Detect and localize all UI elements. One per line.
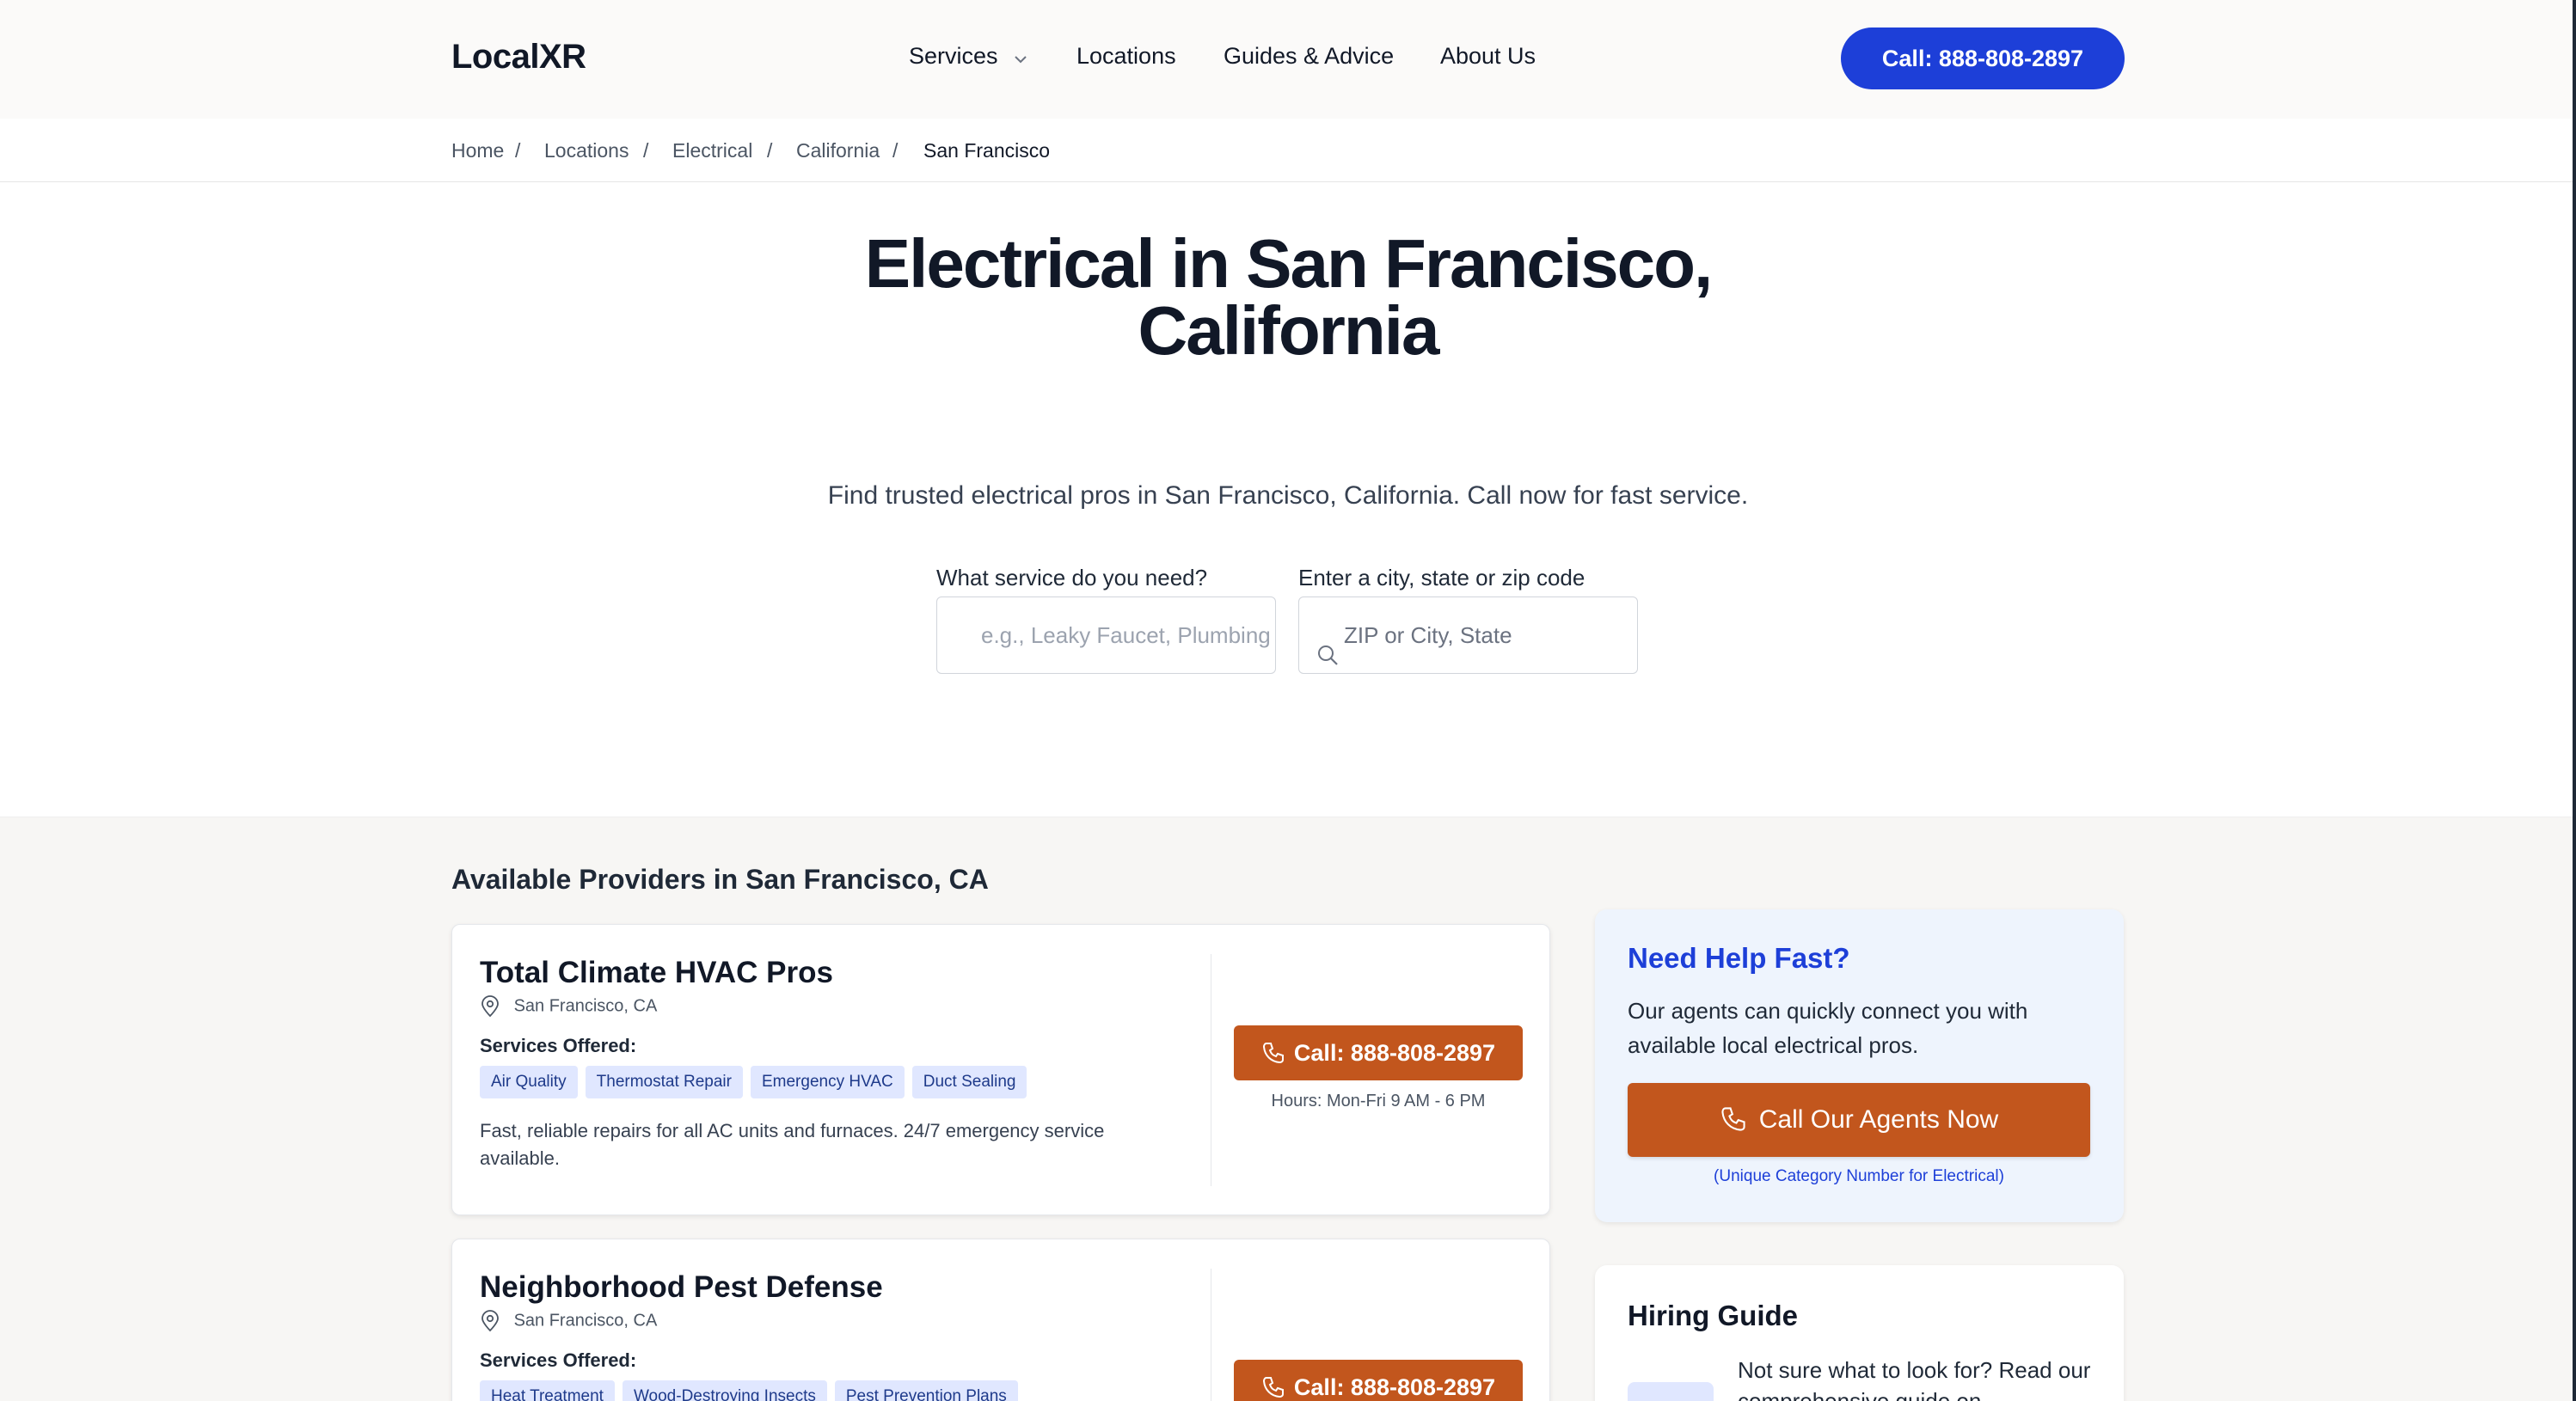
service-tag: Pest Prevention Plans [834,1380,1018,1401]
service-tags: Air Quality Thermostat Repair Emergency HV… [480,1066,1034,1098]
breadcrumb: Home / Locations / Electrical / Californ… [0,119,2576,182]
nav-item-about[interactable]: About Us [1440,43,1536,70]
nav-item-services[interactable]: Services [909,43,1028,70]
call-agents-button[interactable]: Call Our Agents Now [1628,1083,2090,1157]
phone-icon [1262,1042,1284,1063]
window-edge [2573,0,2576,1401]
hiring-guide-title: Hiring Guide [1628,1300,1798,1331]
breadcrumb-separator: / [767,139,773,162]
provider-name[interactable]: Total Climate HVAC Pros [480,956,833,990]
service-tag: Thermostat Repair [585,1066,743,1098]
location-pin-icon [480,1310,514,1332]
location-pin-icon [480,995,514,1018]
location-input[interactable]: ZIP or City, State [1298,596,1638,674]
breadcrumb-link-home[interactable]: Home [451,139,504,162]
page-subtitle: Find trusted electrical pros in San Fran… [827,481,1749,510]
provider-location: San Francisco, CA [480,995,657,1018]
breadcrumb-separator: / [515,139,521,162]
page-title-line2: California [1138,292,1440,369]
breadcrumb-link-california[interactable]: California [796,139,880,162]
provider-call-label: Call: 888-808-2897 [1293,1374,1496,1400]
phone-icon [1262,1376,1284,1398]
provider-call-button[interactable]: Call: 888-808-2897 [1234,1025,1523,1080]
service-tags: Heat Treatment Wood-Destroying Insects Pes… [480,1380,1026,1401]
location-field-label: Enter a city, state or zip code [1298,565,1585,590]
hiring-guide-box: Hiring Guide Not sure what to look for? … [1595,1265,2124,1401]
services-offered-label: Services Offered: [480,1349,637,1371]
breadcrumb-separator: / [892,139,899,162]
provider-description: Fast, reliable repairs for all AC units … [480,1120,1105,1169]
services-offered-label: Services Offered: [480,1035,637,1056]
breadcrumb-current: San Francisco [923,139,1051,162]
service-tag: Heat Treatment [480,1380,615,1401]
breadcrumb-link-locations[interactable]: Locations [544,139,629,162]
providers-title: Available Providers in San Francisco, CA [451,864,989,895]
help-note: (Unique Category Number for Electrical) [1714,1167,2004,1185]
provider-call-button[interactable]: Call: 888-808-2897 [1234,1360,1523,1401]
nav-item-locations[interactable]: Locations [1076,43,1176,70]
search-icon [1316,621,1340,673]
provider-card: Neighborhood Pest Defense San Francisco,… [451,1239,1550,1401]
provider-name[interactable]: Neighborhood Pest Defense [480,1270,883,1305]
help-text: Our agents can quickly connect you with … [1628,998,2028,1058]
site-logo[interactable]: LocalXR [451,38,586,76]
service-field-label: What service do you need? [936,565,1208,590]
service-input[interactable]: e.g., Leaky Faucet, Plumbing [936,596,1276,674]
provider-call-label: Call: 888-808-2897 [1293,1040,1496,1066]
breadcrumb-link-electrical[interactable]: Electrical [672,139,752,162]
guide-thumbnail [1628,1382,1714,1401]
service-tag: Air Quality [480,1066,578,1098]
breadcrumb-separator: / [643,139,649,162]
location-input-placeholder: ZIP or City, State [1344,622,1512,648]
chevron-down-icon [1013,44,1028,70]
page-title-line1: Electrical in San Francisco, [864,225,1713,302]
page-title: Electrical in San Francisco, California [0,229,2576,365]
service-tag: Duct Sealing [911,1066,1027,1098]
site-header: LocalXR Services Locations Guides & Advi… [0,0,2576,119]
phone-icon [1721,1107,1745,1131]
nav-item-guides[interactable]: Guides & Advice [1224,43,1394,70]
service-tag: Wood-Destroying Insects [622,1380,827,1401]
nav-item-label: Services [909,43,998,69]
service-tag: Emergency HVAC [750,1066,905,1098]
provider-card: Total Climate HVAC Pros San Francisco, C… [451,924,1550,1215]
provider-location: San Francisco, CA [480,1310,657,1332]
header-call-button[interactable]: Call: 888-808-2897 [1841,28,2125,89]
hiring-guide-text: Not sure what to look for? Read our comp… [1738,1357,2091,1401]
provider-location-text: San Francisco, CA [513,996,658,1016]
provider-hours: Hours: Mon-Fri 9 AM - 6 PM [1271,1092,1486,1110]
call-agents-label: Call Our Agents Now [1758,1105,1999,1134]
provider-location-text: San Francisco, CA [513,1311,658,1331]
help-box: Need Help Fast? Our agents can quickly c… [1595,909,2124,1222]
help-title: Need Help Fast? [1628,942,1850,974]
